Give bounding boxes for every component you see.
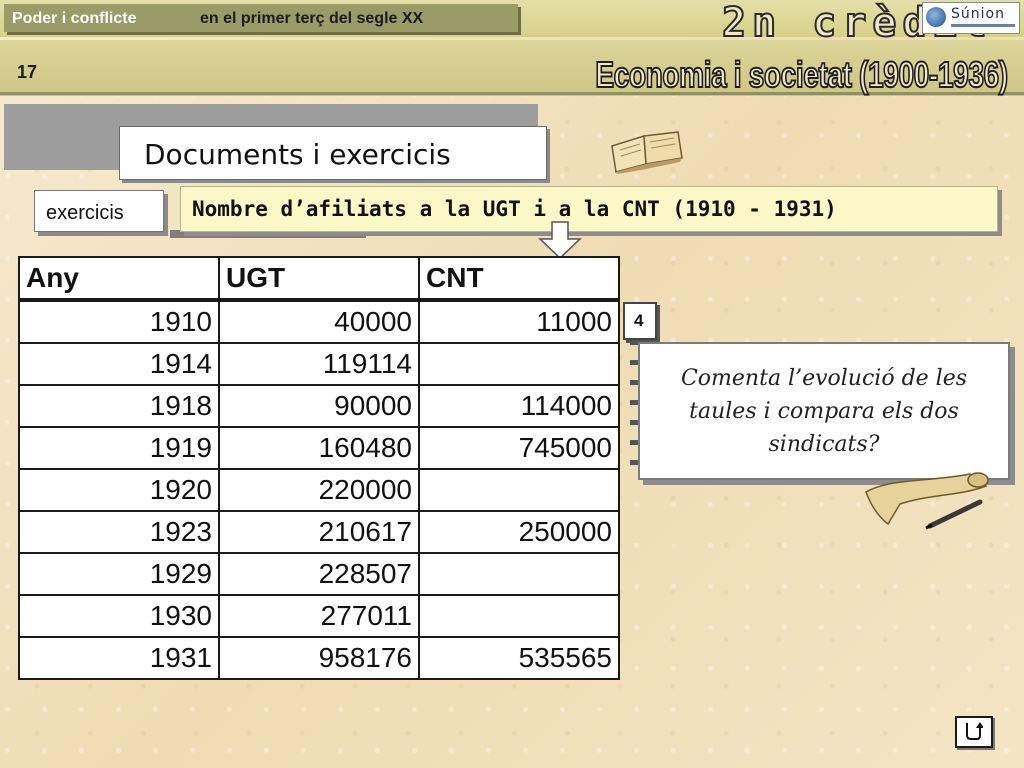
cell-ugt: 220000 [218, 468, 420, 512]
cell-cnt: 114000 [418, 384, 620, 428]
cell-ugt: 160480 [218, 426, 420, 470]
cell-year: 1919 [18, 426, 220, 470]
question-number: 4 [634, 311, 644, 330]
cell-ugt: 210617 [218, 510, 420, 554]
table-row: 1910 40000 11000 [18, 299, 620, 344]
cell-ugt: 119114 [218, 342, 420, 386]
cell-ugt: 958176 [218, 636, 420, 680]
cell-cnt: 535565 [418, 636, 620, 680]
parchment-scroll-icon [865, 472, 989, 530]
cell-year: 1930 [18, 594, 220, 638]
cell-cnt: 11000 [418, 299, 620, 344]
col-header-any: Any [18, 256, 220, 301]
return-button[interactable] [955, 716, 993, 748]
cell-year: 1910 [18, 299, 220, 344]
cell-year: 1923 [18, 510, 220, 554]
question-number-badge: 4 [623, 302, 657, 340]
section-label-part2: en el primer terç del segle XX [200, 10, 424, 27]
globe-icon [926, 7, 946, 27]
documents-label: Documents i exercicis [144, 138, 451, 171]
tab-exercicis[interactable]: exercicis [34, 190, 164, 232]
logo-underline [951, 24, 1015, 27]
cell-ugt: 40000 [218, 299, 420, 344]
page-title: Economia i societat (1900-1936) [595, 53, 1009, 96]
cell-year: 1929 [18, 552, 220, 596]
cell-cnt [418, 342, 620, 386]
table-row: 1929 228507 [18, 552, 620, 596]
cell-cnt [418, 594, 620, 638]
col-header-cnt: CNT [418, 256, 620, 301]
question-text: Comenta l’evolució de les taules i compa… [680, 366, 968, 457]
table-title: Nombre d’afiliats a la UGT i a la CNT (1… [192, 197, 837, 221]
table-title-box: Nombre d’afiliats a la UGT i a la CNT (1… [180, 186, 998, 232]
table-row: 1914 119114 [18, 342, 620, 386]
cell-year: 1918 [18, 384, 220, 428]
sunion-logo: Súnion [922, 2, 1020, 34]
table-row: 1918 90000 114000 [18, 384, 620, 428]
table-row: 1931 958176 535565 [18, 636, 620, 680]
cell-year: 1920 [18, 468, 220, 512]
binder-rings [630, 340, 638, 480]
cell-ugt: 277011 [218, 594, 420, 638]
table-header-row: Any UGT CNT [18, 256, 620, 301]
table-row: 1919 160480 745000 [18, 426, 620, 470]
documents-label-box: Documents i exercicis [119, 126, 547, 180]
cell-cnt [418, 468, 620, 512]
cell-ugt: 90000 [218, 384, 420, 428]
col-header-ugt: UGT [218, 256, 420, 301]
return-arrow-icon [966, 722, 983, 740]
open-book-icon [611, 131, 683, 174]
cell-ugt: 228507 [218, 552, 420, 596]
page-number: 17 [17, 62, 38, 82]
cell-cnt: 250000 [418, 510, 620, 554]
tab-exercicis-label: exercicis [46, 202, 124, 224]
table-row: 1923 210617 250000 [18, 510, 620, 554]
logo-text: Súnion [951, 6, 1005, 22]
down-arrow-icon [538, 221, 582, 259]
cell-cnt [418, 552, 620, 596]
section-label: Poder i conflicte en el primer terç del … [4, 4, 518, 32]
affiliates-table: Any UGT CNT 1910 40000 11000 1914 119114… [18, 256, 620, 680]
cell-year: 1914 [18, 342, 220, 386]
cell-year: 1931 [18, 636, 220, 680]
table-row: 1920 220000 [18, 468, 620, 512]
question-card: Comenta l’evolució de les taules i compa… [638, 342, 1010, 480]
section-label-part1: Poder i conflicte [12, 10, 137, 27]
cell-cnt: 745000 [418, 426, 620, 470]
table-row: 1930 277011 [18, 594, 620, 638]
